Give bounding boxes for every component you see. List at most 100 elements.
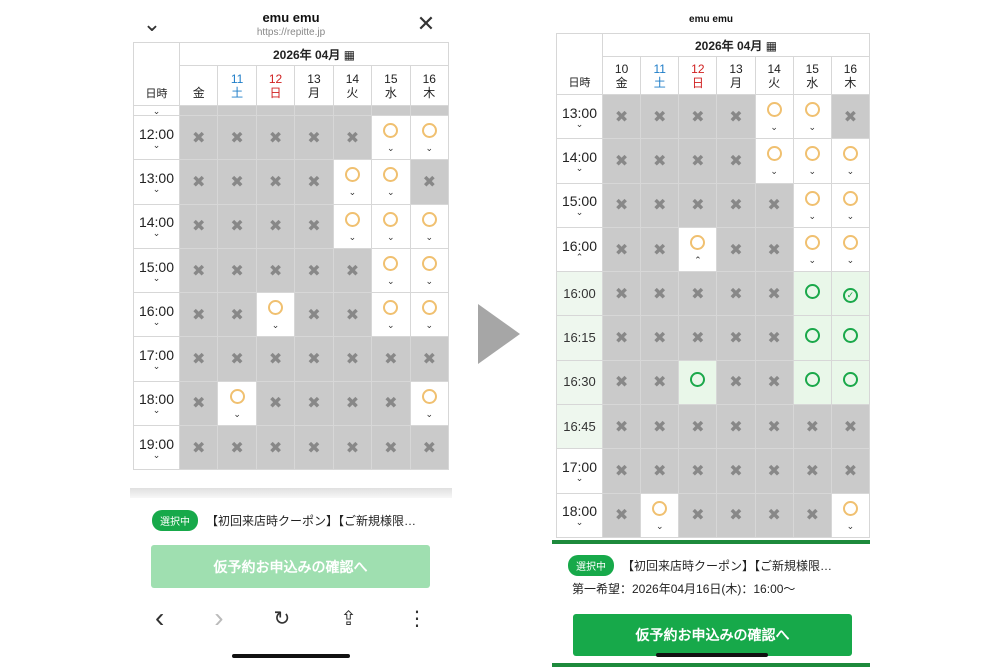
time-cell[interactable]: 19:00 ⌄ [133, 425, 180, 471]
available-slot[interactable]: ⌄ [830, 226, 870, 273]
time-cell[interactable]: 16:00 [556, 271, 603, 317]
available-slot[interactable]: ⌄ [754, 93, 794, 140]
confirm-button[interactable]: 仮予約お申込みの確認へ [573, 614, 852, 656]
time-cell[interactable]: 15:00 ⌄ [133, 247, 180, 294]
available-slot[interactable]: ⌄ [409, 380, 450, 427]
chevron-down-icon[interactable]: ⌄ [558, 163, 602, 172]
chevron-down-icon[interactable]: ⌄ [135, 362, 179, 371]
time-cell[interactable]: 16:30 [556, 359, 603, 406]
day-weekday: 金 [192, 85, 205, 100]
available-slot[interactable]: ⌄ [371, 247, 411, 294]
available-slot[interactable]: ⌄ [830, 138, 870, 184]
available-slot[interactable]: ⌄ [217, 380, 257, 427]
time-cell[interactable]: 16:00 ⌄ [133, 292, 180, 338]
unavailable-slot: ✖ [371, 336, 411, 382]
unavailable-slot: ✖ [678, 271, 718, 317]
available-slot[interactable]: ⌄ [332, 203, 373, 249]
available-slot[interactable]: ⌄ [830, 492, 870, 538]
available-slot[interactable]: ⌄ [409, 203, 450, 249]
time-cell[interactable]: 16:00 ⌃ [556, 226, 603, 273]
available-slot[interactable]: ⌄ [371, 203, 411, 249]
available-slot[interactable]: ⌄ [255, 292, 296, 338]
time-row: 19:00 ⌄ ✖ ✖ ✖ ✖ ✖ ✖ ✖ [133, 425, 450, 471]
chevron-down-icon: ⌄ [233, 408, 241, 419]
cross-icon: ✖ [192, 262, 206, 280]
chevron-down-icon: ⌄ [387, 276, 395, 287]
forward-icon[interactable]: › [214, 602, 223, 634]
unavailable-slot: ✖ [830, 448, 870, 494]
available-slot[interactable]: ⌄ [792, 138, 832, 184]
chevron-down-icon[interactable]: ⌄ [558, 518, 602, 527]
reload-icon[interactable]: ↻ [274, 606, 291, 631]
time-cell[interactable]: 14:00 ⌄ [556, 138, 603, 184]
close-icon[interactable]: ✕ [414, 12, 438, 36]
time-cell[interactable]: 17:00 ⌄ [133, 336, 180, 382]
chevron-down-icon[interactable]: ⌄ [135, 140, 179, 149]
chevron-down-icon[interactable]: ⌄ [135, 450, 179, 459]
chevron-down-icon[interactable]: ⌄ [558, 474, 602, 483]
time-cell[interactable]: 12:00 ⌄ [133, 114, 180, 161]
time-cell[interactable]: 13:00 ⌄ [556, 93, 603, 140]
available-slot[interactable]: ⌄ [792, 226, 832, 273]
chevron-down-icon[interactable]: ⌄ [135, 184, 179, 193]
unavailable-slot: ✖ [640, 226, 680, 273]
available-time-slot[interactable] [830, 359, 870, 406]
time-cell[interactable]: 14:00 ⌄ [133, 203, 180, 249]
calendar-icon[interactable]: ▦ [340, 48, 355, 62]
chevron-down-icon[interactable]: ⌄ [135, 273, 179, 282]
calendar-icon[interactable]: ▦ [762, 39, 777, 53]
available-slot[interactable]: ⌄ [409, 292, 450, 338]
cross-icon: ✖ [192, 173, 206, 191]
chevron-down-icon: ⌄ [846, 255, 855, 266]
available-slot[interactable]: ⌄ [371, 159, 411, 205]
time-cell[interactable]: 16:45 [556, 404, 603, 450]
available-time-slot[interactable] [792, 359, 832, 406]
selected-time-slot[interactable]: ✓ [830, 271, 870, 317]
chevron-down-icon[interactable]: ⌄ [140, 12, 164, 36]
chevron-down-icon[interactable]: ⌄ [558, 119, 602, 128]
back-icon[interactable]: ‹ [155, 602, 164, 634]
confirm-button[interactable]: 仮予約お申込みの確認へ [151, 545, 430, 588]
available-time-slot[interactable] [792, 271, 832, 317]
chevron-down-icon[interactable]: ⌄ [558, 208, 602, 217]
time-cell[interactable]: 17:00 ⌄ [556, 448, 603, 494]
unavailable-slot: ✖ [217, 159, 257, 205]
more-icon[interactable]: ⋮ [407, 606, 427, 631]
available-slot[interactable]: ⌄ [371, 114, 411, 161]
share-icon[interactable]: ⇪ [340, 606, 357, 631]
available-slot[interactable]: ⌄ [640, 492, 680, 538]
cross-icon: ✖ [729, 285, 743, 303]
cross-icon: ✖ [307, 351, 321, 369]
day-header: 12 日 [255, 65, 296, 106]
circle-icon [383, 256, 399, 272]
unavailable-slot: ✖ [754, 359, 794, 406]
cross-icon: ✖ [691, 197, 705, 215]
chevron-down-icon[interactable]: ⌄ [135, 229, 179, 238]
cross-icon: ✖ [653, 330, 667, 348]
available-time-slot[interactable] [678, 359, 718, 406]
available-slot[interactable]: ⌄ [830, 182, 870, 228]
available-slot[interactable]: ⌄ [371, 292, 411, 338]
available-slot[interactable]: ⌃ [678, 226, 718, 273]
chevron-down-icon[interactable]: ⌄ [135, 406, 179, 415]
time-cell[interactable]: 15:00 ⌄ [556, 182, 603, 228]
available-slot[interactable]: ⌄ [792, 182, 832, 228]
available-slot[interactable]: ⌄ [792, 93, 832, 140]
available-time-slot[interactable] [792, 315, 832, 361]
chevron-up-icon[interactable]: ⌃ [558, 252, 602, 261]
available-slot[interactable]: ⌄ [409, 114, 450, 161]
time-cell[interactable]: 13:00 ⌄ [133, 159, 180, 205]
unavailable-slot: ✖ [601, 226, 642, 273]
day-number: 14 [345, 71, 360, 86]
available-slot[interactable]: ⌄ [332, 159, 373, 205]
time-cell[interactable]: 18:00 ⌄ [133, 380, 180, 427]
cross-icon: ✖ [614, 197, 629, 215]
scroll-fade [130, 488, 452, 498]
available-slot[interactable]: ⌄ [754, 138, 794, 184]
available-time-slot[interactable] [830, 315, 870, 361]
available-slot[interactable]: ⌄ [409, 247, 450, 294]
chevron-down-icon[interactable]: ⌄ [135, 317, 179, 326]
time-cell[interactable]: 16:15 [556, 315, 603, 361]
cross-icon: ✖ [268, 351, 283, 369]
time-cell[interactable]: 18:00 ⌄ [556, 492, 603, 538]
